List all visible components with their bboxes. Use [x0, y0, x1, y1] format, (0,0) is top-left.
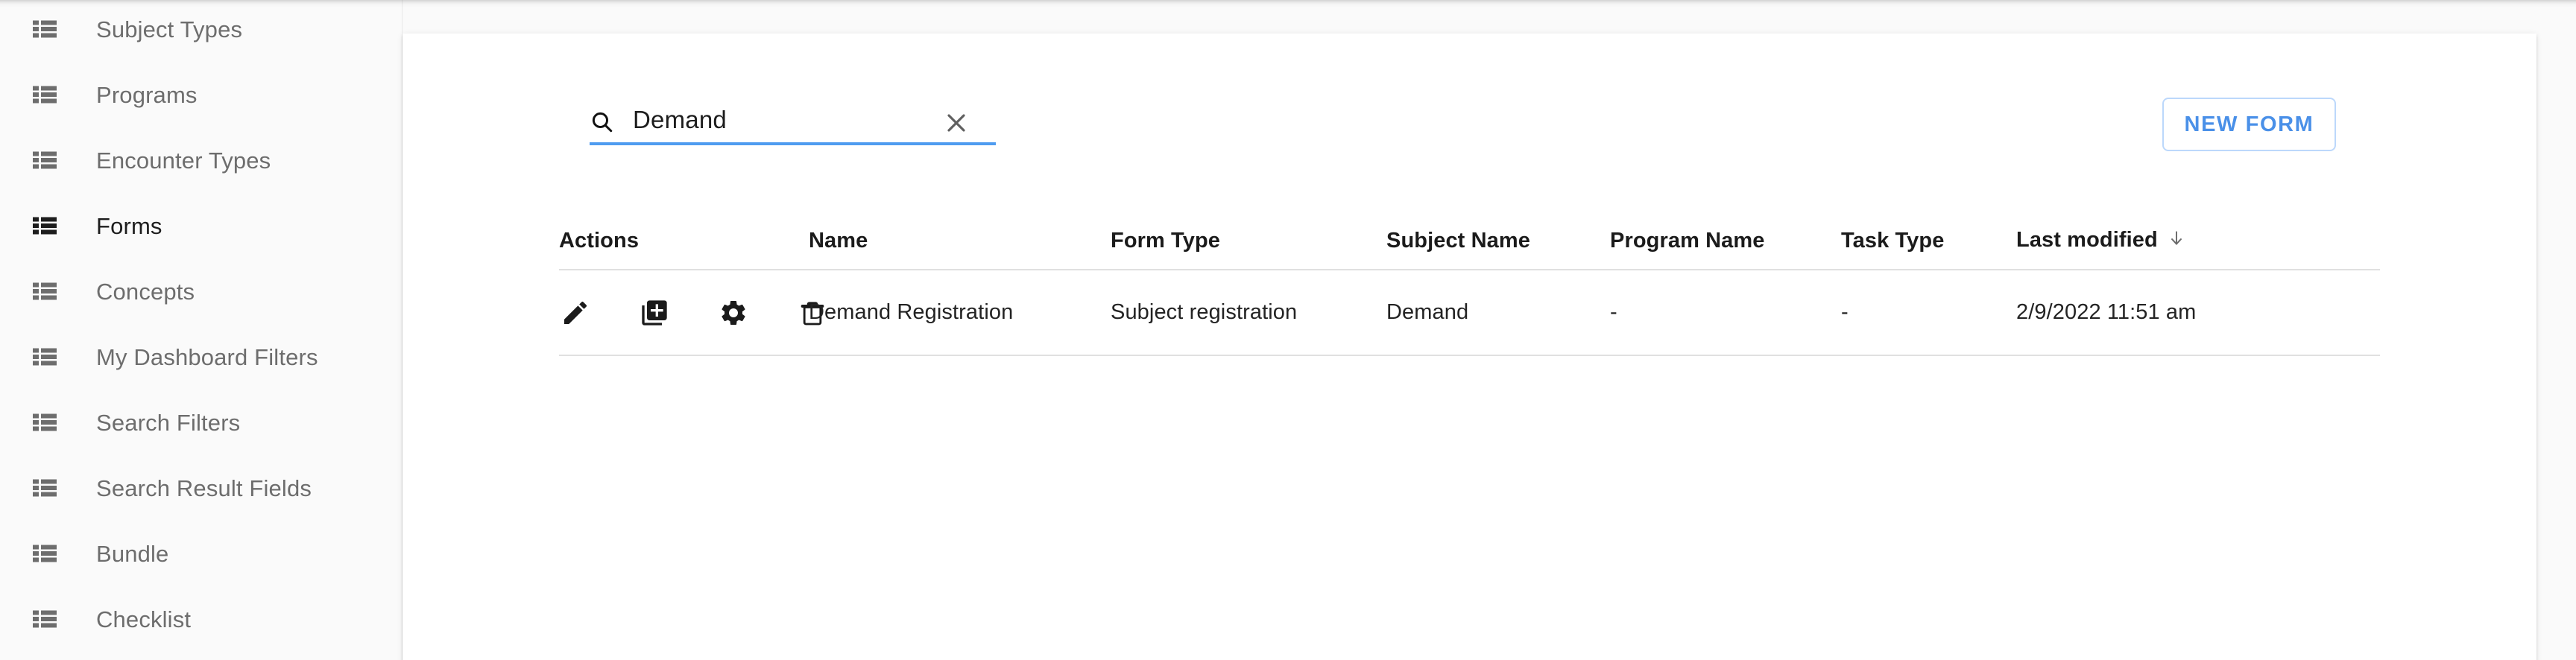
column-header-program-name[interactable]: Program Name: [1610, 230, 1765, 252]
table-header-row: Actions Name Form Type Subject Name Prog…: [559, 212, 2380, 270]
sidebar-item-label: Programs: [96, 83, 198, 107]
sidebar-item-encounter-types[interactable]: Encounter Types: [0, 127, 402, 193]
cell-name: Demand Registration: [809, 302, 1013, 323]
sidebar-item-subject-types[interactable]: Subject Types: [0, 0, 402, 62]
column-header-actions[interactable]: Actions: [559, 230, 639, 252]
view-list-icon: [33, 282, 57, 300]
table-row[interactable]: Demand Registration Subject registration…: [559, 270, 2380, 356]
sidebar-item-search-filters[interactable]: Search Filters: [0, 390, 402, 455]
pencil-icon[interactable]: [559, 296, 592, 329]
sidebar-item-label: My Dashboard Filters: [96, 346, 318, 369]
view-list-icon: [33, 20, 57, 38]
cell-last-modified: 2/9/2022 11:51 am: [2016, 302, 2196, 323]
view-list-icon: [33, 86, 57, 104]
search-box[interactable]: [590, 102, 996, 145]
sidebar-item-label: Subject Types: [96, 18, 242, 41]
sidebar-item-concepts[interactable]: Concepts: [0, 258, 402, 324]
column-header-last-modified[interactable]: Last modified: [2016, 228, 2186, 253]
search-input[interactable]: [633, 102, 931, 138]
forms-content-card: NEW FORM Actions Name Form Type Subject …: [402, 34, 2536, 660]
view-list-icon: [33, 413, 57, 431]
sidebar: Subject Types Programs Encounter Types F…: [0, 0, 402, 660]
column-header-name[interactable]: Name: [809, 230, 868, 252]
forms-table: Actions Name Form Type Subject Name Prog…: [559, 212, 2380, 356]
new-form-button[interactable]: NEW FORM: [2162, 98, 2336, 151]
sidebar-item-label: Encounter Types: [96, 149, 271, 172]
gear-icon[interactable]: [717, 296, 750, 329]
cell-program-name: -: [1610, 302, 1617, 323]
column-header-subject-name[interactable]: Subject Name: [1386, 230, 1530, 252]
sidebar-item-my-dashboard-filters[interactable]: My Dashboard Filters: [0, 324, 402, 390]
view-list-icon: [33, 610, 57, 628]
sidebar-item-label: Forms: [96, 215, 162, 238]
sidebar-item-forms[interactable]: Forms: [0, 193, 402, 258]
search-icon: [590, 110, 615, 135]
arrow-down-icon: [2167, 228, 2186, 253]
cell-subject-name: Demand: [1386, 302, 1468, 323]
row-actions: [559, 296, 829, 329]
sidebar-item-label: Bundle: [96, 542, 168, 565]
column-header-form-type[interactable]: Form Type: [1111, 230, 1220, 252]
sidebar-item-label: Search Result Fields: [96, 477, 312, 500]
view-list-icon: [33, 479, 57, 497]
view-list-icon: [33, 348, 57, 366]
sidebar-item-label: Concepts: [96, 280, 195, 303]
sidebar-item-label: Search Filters: [96, 411, 240, 434]
cell-form-type: Subject registration: [1111, 302, 1297, 323]
column-header-task-type[interactable]: Task Type: [1841, 230, 1944, 252]
view-list-icon: [33, 545, 57, 562]
forms-toolbar: NEW FORM: [402, 34, 2536, 156]
close-icon[interactable]: [941, 108, 971, 138]
sidebar-item-bundle[interactable]: Bundle: [0, 521, 402, 586]
library-add-icon[interactable]: [638, 296, 671, 329]
sidebar-item-label: Checklist: [96, 608, 191, 631]
column-header-last-modified-label: Last modified: [2016, 228, 2158, 252]
search-focus-underline: [590, 142, 996, 145]
cell-task-type: -: [1841, 302, 1849, 323]
sidebar-item-programs[interactable]: Programs: [0, 62, 402, 127]
sidebar-item-search-result-fields[interactable]: Search Result Fields: [0, 455, 402, 521]
sidebar-item-checklist[interactable]: Checklist: [0, 586, 402, 652]
view-list-icon: [33, 151, 57, 169]
view-list-icon: [33, 217, 57, 235]
